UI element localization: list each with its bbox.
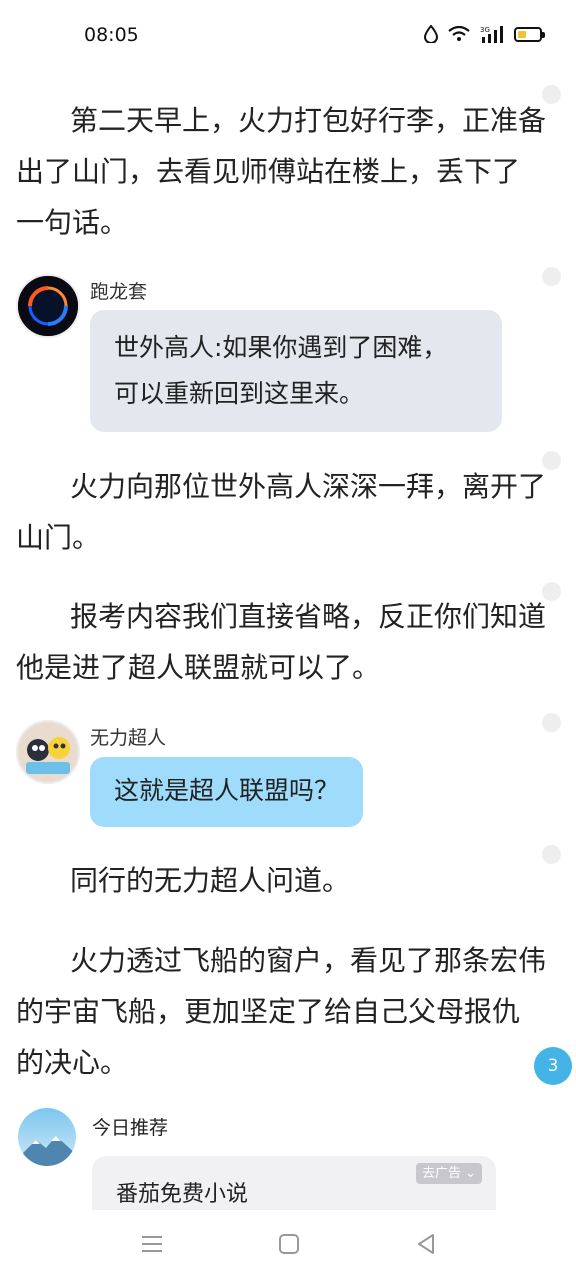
remove-ad-button[interactable]: 去广告 ⌄ [415, 1163, 482, 1184]
back-icon[interactable] [415, 1233, 437, 1255]
avatar[interactable] [16, 720, 80, 784]
chat-bubble: 这就是超人联盟吗？ [90, 757, 364, 827]
cartoon-avatar-image [18, 722, 78, 782]
paragraph-text: 火力向那位世外高人深深一拜，离开了山门。 [16, 470, 547, 554]
story-paragraph: 火力透过飞船的窗户，看见了那条宏伟的宇宙飞船，更加坚定了给自己父母报仇的决心。 [16, 935, 546, 1088]
menu-icon[interactable] [141, 1233, 163, 1255]
speaker-name: 无力超人 [90, 727, 167, 749]
avatar[interactable] [16, 274, 80, 338]
comment-count-badge[interactable]: 3 [534, 1047, 572, 1085]
home-icon[interactable] [278, 1233, 300, 1255]
chat-bubble: 世外高人:如果你遇到了困难， 可以重新回到这里来。 [90, 310, 502, 432]
speaker-name: 跑龙套 [90, 281, 148, 303]
story-paragraph: 同行的无力超人问道。 [16, 855, 546, 906]
paragraph-comment-dot[interactable] [542, 267, 561, 286]
paragraph-text: 同行的无力超人问道。 [70, 864, 351, 897]
recommend-book-title[interactable]: 番茄免费小说 [116, 1176, 248, 1208]
paragraph-text: 报考内容我们直接省略，反正你们知道他是进了超人联盟就可以了。 [16, 600, 547, 684]
status-bar: 08:05 3G [0, 0, 576, 72]
mountain-avatar-image [18, 1108, 76, 1166]
chat-bubble-line: 可以重新回到这里来。 [114, 379, 365, 408]
remove-ad-label: 去广告 [421, 1166, 461, 1181]
signal-3g-icon: 3G [480, 26, 503, 43]
wifi-icon [448, 26, 470, 41]
system-nav-bar [0, 1210, 576, 1280]
chat-bubble-line: 世外高人:如果你遇到了困难， [114, 333, 448, 362]
clock: 08:05 [84, 24, 139, 46]
story-paragraph: 第二天早上，火力打包好行李，正准备出了山门，去看见师傅站在楼上，丢下了一句话。 [16, 95, 546, 248]
fire-ring-avatar-image [18, 276, 78, 336]
paragraph-comment-dot[interactable] [542, 713, 561, 732]
paragraph-text: 第二天早上，火力打包好行李，正准备出了山门，去看见师傅站在楼上，丢下了一句话。 [16, 104, 547, 239]
recommend-title: 今日推荐 [92, 1117, 169, 1139]
battery-icon [514, 26, 545, 42]
svg-text:3G: 3G [480, 26, 490, 34]
water-drop-icon [424, 25, 438, 43]
paragraph-text: 火力透过飞船的窗户，看见了那条宏伟的宇宙飞船，更加坚定了给自己父母报仇的决心。 [16, 944, 547, 1079]
story-paragraph: 报考内容我们直接省略，反正你们知道他是进了超人联盟就可以了。 [16, 591, 546, 693]
chat-bubble-line: 这就是超人联盟吗？ [114, 776, 340, 805]
recommend-avatar[interactable] [18, 1108, 76, 1166]
recommend-card[interactable]: 番茄免费小说 去广告 ⌄ [92, 1156, 496, 1210]
story-paragraph: 火力向那位世外高人深深一拜，离开了山门。 [16, 461, 546, 563]
status-icons: 3G [424, 25, 545, 43]
